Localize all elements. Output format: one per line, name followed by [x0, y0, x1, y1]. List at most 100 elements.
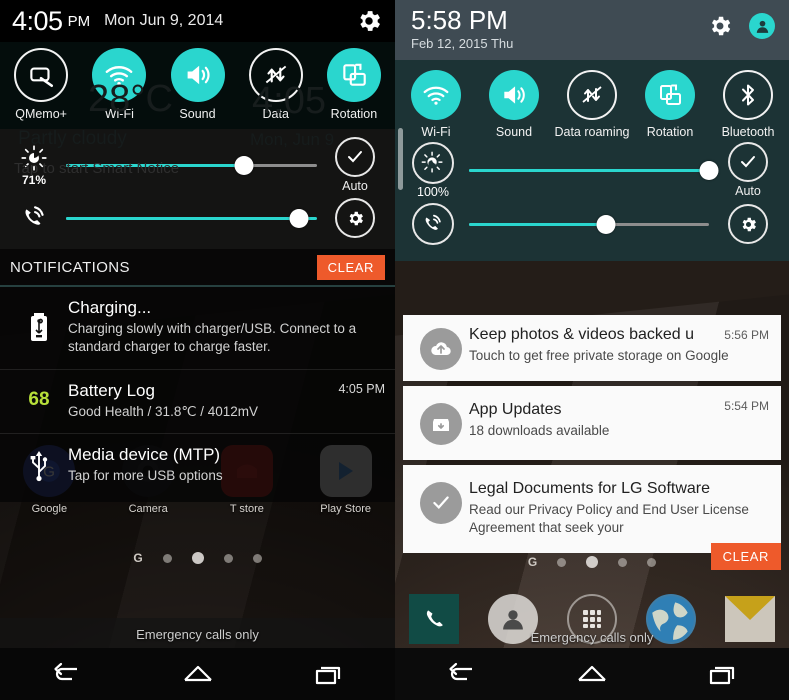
toggle-wifi[interactable]: Wi-Fi [397, 70, 475, 139]
left-phone-panel: G Google Camera T store Play S [0, 0, 395, 700]
sound-icon [170, 48, 225, 102]
notification-title: Legal Documents for LG Software [469, 480, 711, 497]
right-notification-cards: Keep photos & videos backed u Touch to g… [395, 315, 789, 558]
slider-fill [469, 222, 606, 226]
right-notification-shade: 5:58 PM Feb 12, 2015 Thu Wi-Fi Sound Dat… [395, 0, 789, 570]
page-dot[interactable] [557, 557, 567, 567]
toggle-sound[interactable]: Sound [158, 48, 236, 121]
user-avatar-icon[interactable] [749, 13, 775, 39]
left-emergency-bar: Emergency calls only [0, 618, 395, 651]
toggle-bluetooth[interactable]: Bluetooth [709, 70, 787, 139]
emergency-text: Emergency calls only [136, 627, 259, 642]
notification-title: Keep photos & videos backed u [469, 326, 695, 343]
toggle-label: Rotation [330, 107, 378, 121]
notification-body: Charging... Charging slowly with charger… [68, 297, 385, 357]
ringer-icon [19, 203, 49, 233]
clear-button[interactable]: CLEAR [710, 543, 781, 570]
toggle-label: QMemo+ [15, 107, 67, 121]
toggle-rotation[interactable]: Rotation [315, 48, 393, 121]
toggle-data[interactable]: Data [237, 48, 315, 121]
rotation-icon [645, 70, 695, 120]
page-dot[interactable] [647, 557, 657, 567]
brightness-auto[interactable]: Auto [719, 142, 777, 198]
cloud-upload-icon [420, 328, 462, 370]
bluetooth-icon [723, 70, 773, 120]
right-navigation-bar [395, 648, 789, 700]
brightness-slider[interactable] [66, 152, 317, 178]
notification-icon [413, 479, 469, 537]
toggle-data-roaming[interactable]: Data roaming [553, 70, 631, 139]
notification-title: Charging... [68, 298, 152, 317]
slider-knob[interactable] [234, 155, 254, 175]
volume-slider[interactable] [469, 211, 709, 237]
back-button[interactable] [0, 662, 132, 686]
notification-time: 4:05 PM [338, 381, 385, 396]
notification-time: 5:56 PM [724, 328, 769, 342]
notification-card[interactable]: App Updates 18 downloads available 5:54 … [403, 386, 781, 460]
brightness-slider[interactable] [469, 157, 719, 183]
toggle-label: Data roaming [554, 125, 630, 139]
toggle-wifi[interactable]: Wi-Fi [80, 48, 158, 121]
settings-gear-icon[interactable] [707, 13, 733, 39]
volume-lead [407, 203, 459, 246]
page-dot[interactable] [223, 553, 233, 563]
notification-row[interactable]: Media device (MTP) Tap for more USB opti… [0, 434, 395, 501]
slider-knob[interactable] [596, 214, 616, 234]
slider-knob[interactable] [289, 208, 309, 228]
battery-level-icon: 68 [10, 380, 68, 421]
usb-icon [10, 444, 68, 485]
notification-row[interactable]: Charging... Charging slowly with charger… [0, 287, 395, 370]
notification-time: 5:54 PM [724, 399, 769, 413]
left-status-bar: 4:05 PM Mon Jun 9, 2014 [0, 0, 395, 42]
battery-level-value: 68 [28, 389, 50, 411]
brightness-auto[interactable]: Auto [325, 137, 385, 193]
recents-button[interactable] [263, 662, 395, 686]
volume-settings[interactable] [719, 204, 777, 245]
page-dot-active[interactable] [191, 552, 204, 564]
notification-subtitle: Tap for more USB options [68, 468, 223, 484]
toggle-label: Rotation [646, 125, 694, 139]
toggle-rotation[interactable]: Rotation [631, 70, 709, 139]
home-button[interactable] [526, 662, 657, 686]
shade-scrollbar[interactable] [398, 128, 403, 190]
notification-card[interactable]: Legal Documents for LG Software Read our… [403, 465, 781, 554]
auto-label: Auto [735, 184, 761, 199]
notification-icon [413, 400, 469, 445]
notification-card[interactable]: Keep photos & videos backed u Touch to g… [403, 315, 781, 381]
toggle-sound[interactable]: Sound [475, 70, 553, 139]
notification-title: App Updates [469, 401, 562, 418]
back-button[interactable] [395, 662, 526, 686]
notifications-title: NOTIFICATIONS [10, 258, 130, 276]
home-button[interactable] [132, 662, 264, 686]
notification-body: Legal Documents for LG Software Read our… [469, 479, 771, 537]
brightness-icon [412, 141, 454, 184]
notification-subtitle: 18 downloads available [469, 423, 610, 438]
notification-row[interactable]: 68 Battery Log Good Health / 31.8℃ / 401… [0, 370, 395, 435]
google-now-marker[interactable]: G [133, 551, 142, 565]
volume-settings[interactable] [325, 198, 385, 238]
home-app-label: T store [229, 503, 264, 515]
volume-row [0, 193, 395, 243]
rotation-icon [326, 48, 381, 102]
settings-gear-icon[interactable] [355, 7, 383, 35]
page-dot[interactable] [252, 553, 262, 563]
toggle-label: Sound [495, 125, 533, 139]
recents-button[interactable] [658, 662, 789, 686]
brightness-icon [20, 144, 48, 172]
toggle-label: Wi-Fi [421, 125, 451, 139]
volume-slider[interactable] [66, 205, 317, 231]
page-dot[interactable] [618, 557, 628, 567]
data-off-icon [567, 70, 617, 120]
right-header-icons [707, 7, 775, 60]
app-updates-icon [420, 403, 462, 445]
page-dot[interactable] [162, 553, 172, 563]
toggle-qmemo[interactable]: QMemo+ [2, 48, 80, 121]
slider-knob[interactable] [699, 160, 719, 180]
brightness-row: 71% Auto [0, 137, 395, 193]
clock-ampm: PM [67, 12, 91, 30]
toggle-label: Wi-Fi [104, 107, 134, 121]
left-page-dots[interactable]: G [0, 551, 395, 565]
toggle-label: Sound [179, 107, 216, 121]
clear-button[interactable]: CLEAR [316, 254, 385, 280]
right-shade-header: 5:58 PM Feb 12, 2015 Thu [395, 0, 789, 60]
